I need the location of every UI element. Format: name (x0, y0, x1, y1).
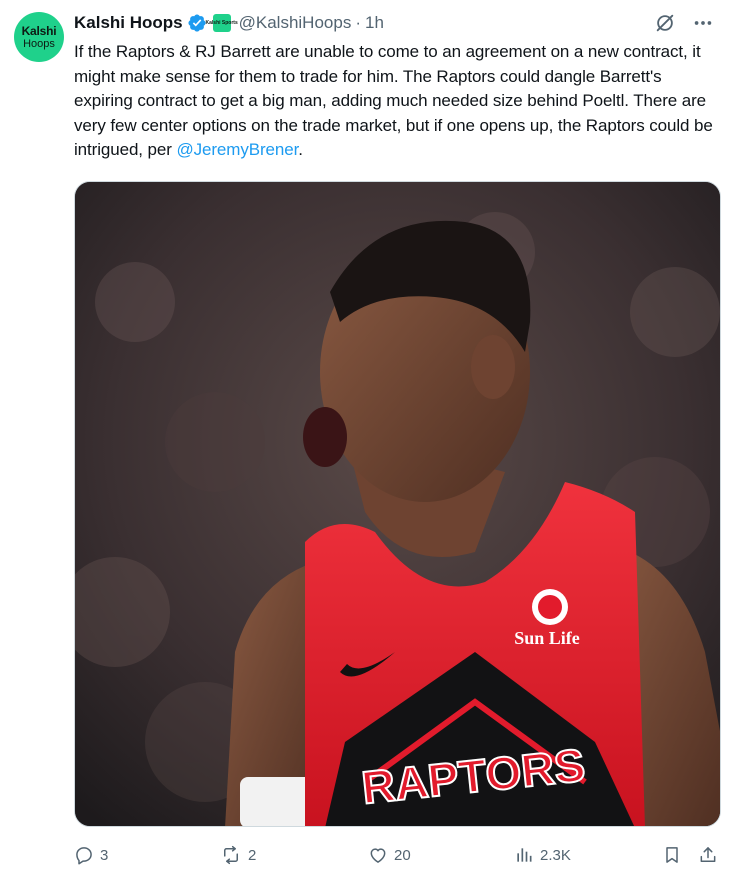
reply-icon (74, 845, 94, 865)
reply-button[interactable]: 3 (74, 840, 108, 870)
like-button[interactable]: 20 (368, 840, 411, 870)
tweet-photo[interactable]: Sun Life RAPTORS (74, 181, 721, 827)
grok-icon[interactable] (652, 10, 678, 36)
tweet-text-body: If the Raptors & RJ Barrett are unable t… (74, 42, 713, 159)
affiliate-badge[interactable]: Kalshi Sports (206, 14, 238, 32)
like-count: 20 (394, 846, 411, 864)
tweet[interactable]: Kalshi Hoops Kalshi Hoops Kalshi Sports … (0, 0, 730, 877)
avatar[interactable]: Kalshi Hoops (14, 12, 64, 62)
tweet-text: If the Raptors & RJ Barrett are unable t… (74, 40, 719, 163)
avatar-line1: Kalshi (21, 23, 57, 38)
tweet-text-end: . (298, 140, 303, 159)
tweet-top-actions (640, 10, 716, 36)
verified-badge-icon[interactable] (187, 13, 207, 33)
views-icon (514, 845, 534, 865)
repost-button[interactable]: 2 (220, 840, 256, 870)
tweet-actions: 3 2 20 2.3K (74, 840, 722, 870)
display-name[interactable]: Kalshi Hoops (74, 13, 183, 33)
more-icon[interactable] (690, 10, 716, 36)
avatar-line2: Hoops (23, 37, 55, 50)
separator: · (355, 13, 361, 32)
repost-icon (220, 845, 242, 865)
views-button[interactable]: 2.3K (514, 840, 571, 870)
reply-count: 3 (100, 846, 109, 864)
views-count: 2.3K (540, 846, 571, 864)
jersey-sponsor-text: Sun Life (514, 628, 580, 648)
repost-count: 2 (248, 846, 257, 864)
player-photo-illustration: Sun Life RAPTORS (75, 182, 720, 826)
affiliate-badge-label: Kalshi Sports (205, 19, 238, 26)
like-icon (368, 845, 388, 865)
mention-link[interactable]: @JeremyBrener (176, 140, 298, 159)
share-button[interactable] (698, 840, 718, 870)
bookmark-button[interactable] (662, 840, 682, 870)
user-handle[interactable]: @KalshiHoops (239, 13, 352, 33)
bookmark-icon (662, 845, 682, 865)
tweet-header: Kalshi Hoops Kalshi Sports @KalshiHoops … (74, 12, 384, 34)
timestamp[interactable]: 1h (365, 13, 384, 33)
share-icon (698, 845, 718, 865)
